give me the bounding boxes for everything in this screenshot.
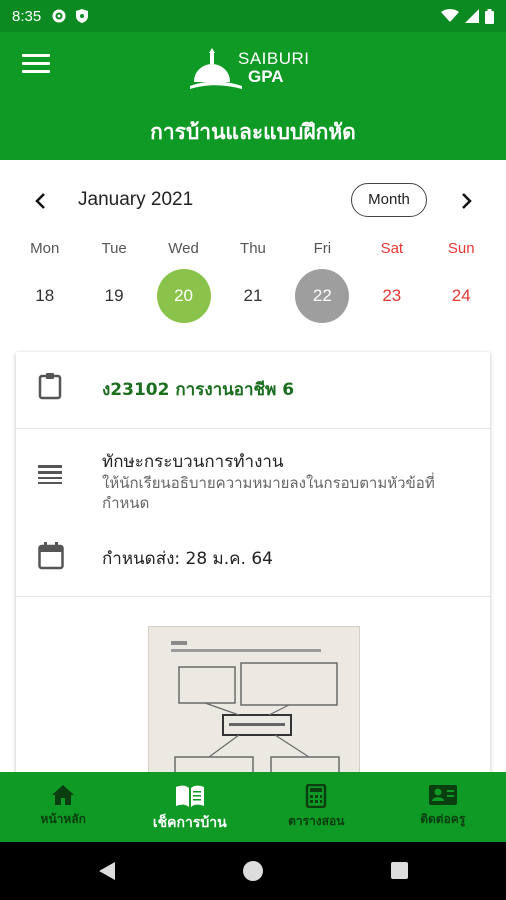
nav-check-homework[interactable]: เช็คการบ้าน <box>127 772 254 842</box>
chevron-right-icon <box>462 193 472 209</box>
calendar-day[interactable]: 24 <box>427 269 496 323</box>
nav-label: หน้าหลัก <box>40 812 86 826</box>
system-navigation-bar <box>0 842 506 900</box>
recent-apps-button[interactable] <box>391 862 408 879</box>
gear-icon <box>52 9 66 23</box>
calendar-day-number[interactable]: 19 <box>87 269 141 323</box>
calendar-day[interactable]: 23 <box>357 269 426 323</box>
bottom-navigation: หน้าหลัก เช็คการบ้าน ตารางสอน ติดต่อครู <box>0 772 506 842</box>
previous-month-button[interactable] <box>30 190 52 212</box>
nav-label: ตารางสอน <box>288 814 345 828</box>
app-bar: SAIBURI GPA การบ้านและแบบฝึกหัด <box>0 32 506 160</box>
calendar-day-selected[interactable]: 20 <box>149 269 218 323</box>
logo-line-2: GPA <box>248 67 284 86</box>
nav-label: เช็คการบ้าน <box>152 815 227 831</box>
weekday-label: Thu <box>240 240 266 257</box>
weekday-row: Mon Tue Wed Thu Fri Sat Sun <box>10 240 496 257</box>
nav-contact-teacher[interactable]: ติดต่อครู <box>380 772 506 842</box>
back-icon[interactable] <box>98 861 116 881</box>
weekday-label: Fri <box>313 240 332 257</box>
calendar-day-number[interactable]: 21 <box>226 269 280 323</box>
clipboard-icon <box>38 373 62 400</box>
homework-subject-row: ง23102 การงานอาชีพ 6 <box>16 352 490 429</box>
homework-attachment-image[interactable] <box>148 626 360 782</box>
calendar-day[interactable]: 21 <box>218 269 287 323</box>
weekday-label: Mon <box>30 240 60 257</box>
description-icon <box>38 465 62 484</box>
status-time: 8:35 <box>12 7 42 25</box>
nav-timetable[interactable]: ตารางสอน <box>253 772 380 842</box>
home-icon <box>52 785 75 805</box>
next-month-button[interactable] <box>455 190 477 212</box>
homework-due-date: กำหนดส่ง: 28 ม.ค. 64 <box>102 549 273 569</box>
calendar-day[interactable]: 19 <box>79 269 148 323</box>
calendar-day-today[interactable]: 22 <box>288 269 357 323</box>
app-logo: SAIBURI GPA <box>190 46 320 92</box>
homework-subject: ง23102 การงานอาชีพ 6 <box>102 380 295 400</box>
status-bar: 8:35 <box>0 0 506 32</box>
worksheet-photo <box>149 627 359 782</box>
calendar-day-number[interactable]: 20 <box>156 269 211 323</box>
homework-title: ทักษะกระบวนการทำงาน <box>102 452 284 472</box>
shield-icon <box>76 9 89 23</box>
hamburger-icon-line <box>22 70 50 73</box>
calculator-icon <box>306 784 327 808</box>
weekday-label: Sun <box>447 240 475 257</box>
nav-home[interactable]: หน้าหลัก <box>0 772 127 842</box>
date-row: 18 19 20 21 22 23 24 <box>10 269 496 323</box>
calendar-day-number[interactable]: 24 <box>434 269 488 323</box>
hamburger-icon-line <box>22 54 50 57</box>
hamburger-icon-line <box>22 62 50 65</box>
calendar-day-number[interactable]: 23 <box>365 269 419 323</box>
wifi-icon <box>441 9 459 22</box>
home-button[interactable] <box>243 861 263 881</box>
weekday-label: Sat <box>380 240 404 257</box>
book-icon <box>175 785 204 807</box>
weekday-label: Wed <box>168 240 199 257</box>
calendar-day-number[interactable]: 18 <box>18 269 72 323</box>
calendar-header: January 2021 Month <box>0 180 506 224</box>
chevron-left-icon <box>35 193 45 209</box>
signal-icon <box>465 9 479 23</box>
menu-button[interactable] <box>22 54 50 76</box>
weekday-label: Tue <box>101 240 127 257</box>
homework-description: ให้นักเรียนอธิบายความหมายลงในกรอบตามหัวข… <box>102 474 435 512</box>
logo-text: SAIBURI GPA <box>238 50 310 85</box>
calendar-day-number[interactable]: 22 <box>295 269 350 323</box>
homework-detail-row: ทักษะกระบวนการทำงาน ให้นักเรียนอธิบายควา… <box>16 429 490 597</box>
battery-icon <box>485 8 494 24</box>
calendar-month-label: January 2021 <box>78 189 194 210</box>
page-title: การบ้านและแบบฝึกหัด <box>150 120 356 144</box>
contact-card-icon <box>428 785 457 805</box>
logo-line-1: SAIBURI <box>238 49 310 68</box>
nav-label: ติดต่อครู <box>420 812 466 826</box>
calendar-icon <box>38 542 64 570</box>
calendar-day[interactable]: 18 <box>10 269 79 323</box>
calendar-mode-toggle[interactable]: Month <box>351 183 427 217</box>
mosque-logo-icon <box>190 48 242 89</box>
homework-card[interactable]: ง23102 การงานอาชีพ 6 ทักษะกระบวนการทำงาน… <box>16 352 490 782</box>
